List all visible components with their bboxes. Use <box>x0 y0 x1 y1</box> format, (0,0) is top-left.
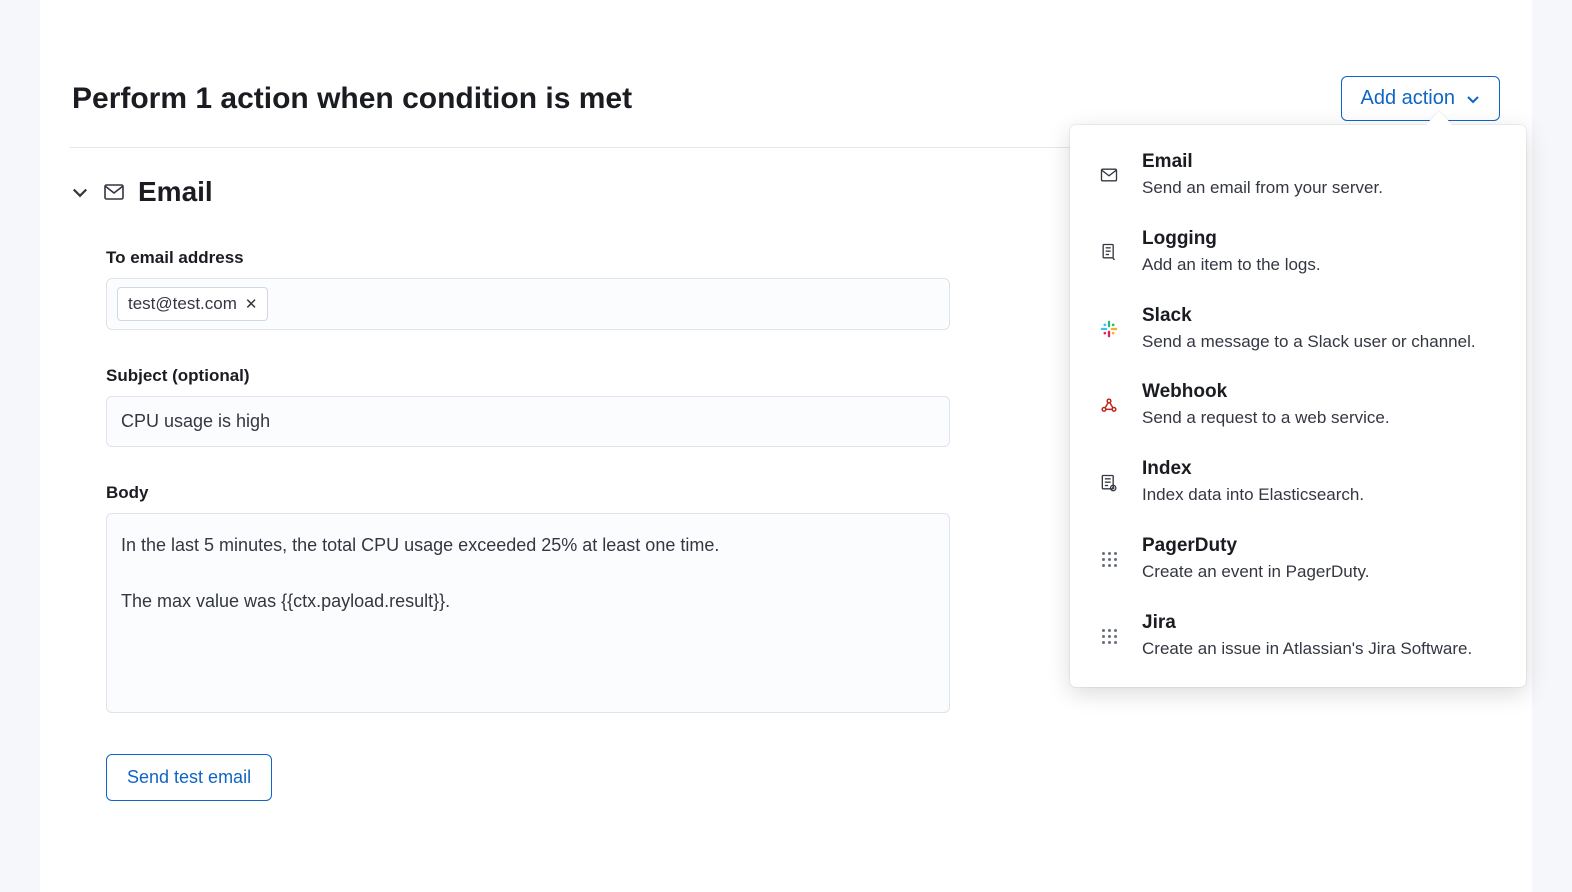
slack-icon <box>1098 318 1120 340</box>
to-email-input[interactable]: test@test.com ✕ <box>106 278 950 330</box>
add-action-menu: Email Send an email from your server. Lo… <box>1070 125 1526 687</box>
logging-icon <box>1098 241 1120 263</box>
menu-item-desc: Add an item to the logs. <box>1142 253 1498 277</box>
menu-item-title: Jira <box>1142 612 1498 634</box>
body-label: Body <box>106 483 950 503</box>
pagerduty-icon <box>1098 548 1120 570</box>
chevron-down-icon <box>70 182 90 202</box>
index-icon <box>1098 472 1120 494</box>
menu-item-title: Logging <box>1142 228 1498 250</box>
menu-item-desc: Send a request to a web service. <box>1142 406 1498 430</box>
subject-label: Subject (optional) <box>106 366 950 386</box>
menu-item-desc: Send a message to a Slack user or channe… <box>1142 330 1498 354</box>
email-icon <box>102 180 126 204</box>
menu-item-title: Index <box>1142 458 1498 480</box>
menu-item-webhook[interactable]: Webhook Send a request to a web service. <box>1074 367 1522 444</box>
menu-item-logging[interactable]: Logging Add an item to the logs. <box>1074 214 1522 291</box>
body-textarea[interactable] <box>106 513 950 713</box>
send-test-email-button[interactable]: Send test email <box>106 754 272 801</box>
menu-item-jira[interactable]: Jira Create an issue in Atlassian's Jira… <box>1074 598 1522 675</box>
menu-item-title: Webhook <box>1142 381 1498 403</box>
to-email-label: To email address <box>106 248 950 268</box>
menu-item-title: Slack <box>1142 305 1498 327</box>
menu-item-title: PagerDuty <box>1142 535 1498 557</box>
menu-item-desc: Create an event in PagerDuty. <box>1142 560 1498 584</box>
menu-item-pagerduty[interactable]: PagerDuty Create an event in PagerDuty. <box>1074 521 1522 598</box>
page-title: Perform 1 action when condition is met <box>72 82 632 116</box>
menu-item-desc: Index data into Elasticsearch. <box>1142 483 1498 507</box>
chevron-down-icon <box>1465 91 1481 107</box>
action-section-title: Email <box>138 176 213 208</box>
add-action-label: Add action <box>1360 87 1455 110</box>
menu-item-desc: Create an issue in Atlassian's Jira Soft… <box>1142 637 1498 661</box>
email-icon <box>1098 164 1120 186</box>
menu-item-email[interactable]: Email Send an email from your server. <box>1074 137 1522 214</box>
jira-icon <box>1098 625 1120 647</box>
webhook-icon <box>1098 395 1120 417</box>
subject-input[interactable] <box>106 396 950 447</box>
menu-item-title: Email <box>1142 151 1498 173</box>
menu-item-slack[interactable]: Slack Send a message to a Slack user or … <box>1074 291 1522 368</box>
menu-item-desc: Send an email from your server. <box>1142 176 1498 200</box>
add-action-button[interactable]: Add action <box>1341 76 1500 121</box>
email-chip-text: test@test.com <box>128 294 237 314</box>
menu-item-index[interactable]: Index Index data into Elasticsearch. <box>1074 444 1522 521</box>
close-icon[interactable]: ✕ <box>245 297 258 312</box>
email-chip[interactable]: test@test.com ✕ <box>117 287 268 321</box>
